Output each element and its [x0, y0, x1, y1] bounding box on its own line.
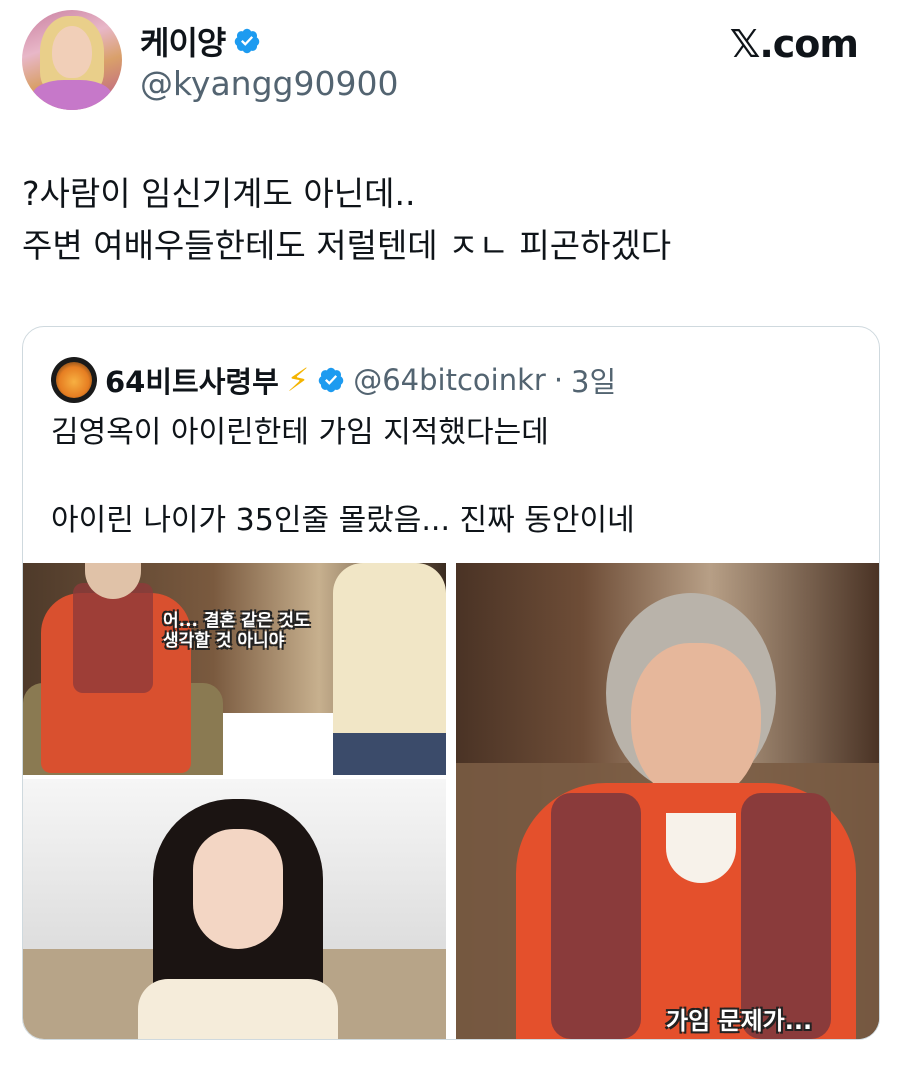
- author-handle[interactable]: @kyangg90900: [140, 64, 398, 103]
- quoted-line: [51, 455, 635, 499]
- media-caption: 가임 문제가...: [666, 1007, 813, 1035]
- verified-badge-icon: [318, 367, 344, 393]
- media-image-actress[interactable]: [23, 779, 446, 1039]
- author-avatar[interactable]: [22, 10, 122, 110]
- media-caption: 어... 결혼 같은 것도: [163, 611, 310, 631]
- tweet-line: 주변 여배우들한테도 저럴텐데 ㅈㄴ 피곤하겠다: [22, 226, 672, 265]
- tweet-line: ?사람이 임신기계도 아닌데..: [22, 174, 416, 213]
- quoted-display-name[interactable]: 64비트사령부: [105, 359, 279, 401]
- quoted-handle[interactable]: @64bitcoinkr: [353, 363, 546, 397]
- quoted-separator: ·: [553, 363, 564, 397]
- author-name-row: 케이양: [140, 18, 261, 64]
- quoted-text: 김영옥이 아이린한테 가임 지적했다는데 아이린 나이가 35인줄 몰랐음...…: [51, 411, 635, 543]
- quoted-header: 64비트사령부 ⚡ @64bitcoinkr · 3일: [51, 357, 616, 403]
- author-display-name[interactable]: 케이양: [140, 18, 226, 64]
- quoted-line: 아이린 나이가 35인줄 몰랐음... 진짜 동안이네: [51, 503, 635, 538]
- quoted-media-grid: 어... 결혼 같은 것도 생각할 것 아니야 가임 문제가...: [23, 563, 879, 1039]
- quoted-timestamp[interactable]: 3일: [571, 359, 616, 401]
- verified-badge-icon: [235, 28, 260, 54]
- media-caption: 생각할 것 아니야: [163, 631, 285, 651]
- media-image-elder-actress[interactable]: 가임 문제가...: [456, 563, 879, 1039]
- x-logo[interactable]: 𝕏.com: [730, 22, 859, 66]
- quoted-avatar[interactable]: [51, 357, 97, 403]
- quoted-line: 김영옥이 아이린한테 가임 지적했다는데: [51, 415, 549, 450]
- quoted-tweet-card[interactable]: 64비트사령부 ⚡ @64bitcoinkr · 3일 김영옥이 아이린한테 가…: [22, 326, 880, 1040]
- tweet-text: ?사람이 임신기계도 아닌데.. 주변 여배우들한테도 저럴텐데 ㅈㄴ 피곤하겠…: [22, 168, 671, 272]
- media-image-conversation[interactable]: 어... 결혼 같은 것도 생각할 것 아니야: [23, 563, 446, 775]
- lightning-icon: ⚡: [286, 361, 310, 399]
